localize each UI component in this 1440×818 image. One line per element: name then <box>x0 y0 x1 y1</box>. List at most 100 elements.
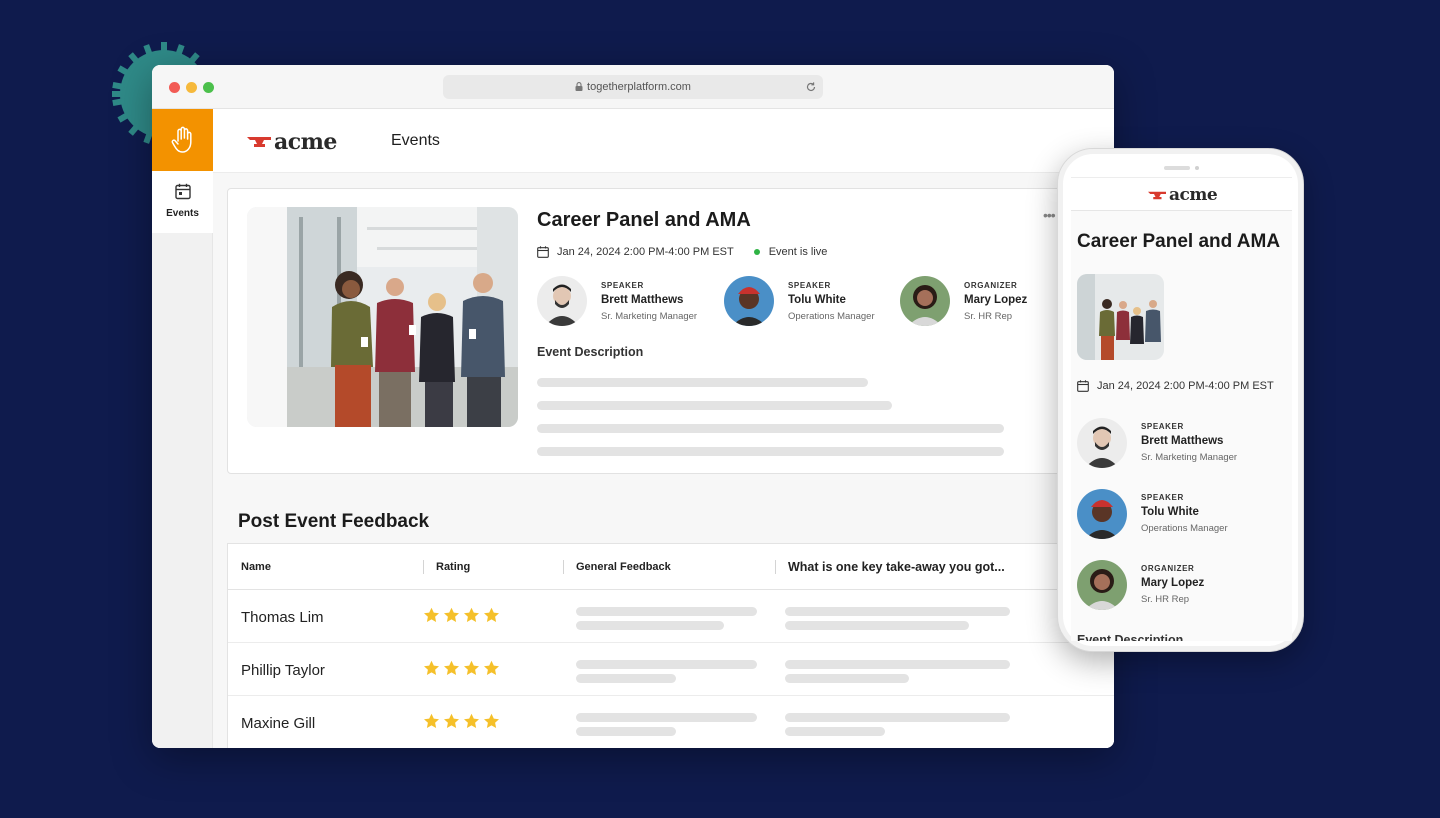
takeaway-placeholder <box>785 674 909 683</box>
feedback-placeholder <box>576 607 757 616</box>
takeaway-placeholder <box>785 713 1010 722</box>
close-window-button[interactable] <box>169 82 180 93</box>
minimize-window-button[interactable] <box>186 82 197 93</box>
person-title: Operations Manager <box>788 311 875 322</box>
column-header[interactable]: Name <box>241 561 271 573</box>
column-divider <box>775 560 776 574</box>
description-placeholder <box>537 401 892 410</box>
person-role: ORGANIZER <box>964 281 1018 290</box>
star-icon <box>484 713 499 728</box>
acme-logo[interactable]: acme <box>1148 185 1218 205</box>
more-dots-icon[interactable]: ••• <box>1043 207 1056 223</box>
person-role: SPEAKER <box>1141 493 1184 502</box>
person-name: Mary Lopez <box>1141 577 1205 589</box>
calendar-icon <box>537 246 549 258</box>
person-card[interactable]: SPEAKER Brett Matthews Sr. Marketing Man… <box>1077 418 1277 470</box>
feedback-placeholder <box>576 727 676 736</box>
description-placeholder <box>537 378 868 387</box>
event-card: Career Panel and AMA ••• Jan 24, 2024 2:… <box>227 188 1067 474</box>
event-title: Career Panel and AMA <box>537 209 751 231</box>
reload-icon[interactable] <box>805 81 817 93</box>
row-name: Thomas Lim <box>241 609 324 626</box>
live-indicator-icon <box>753 249 760 255</box>
star-icon <box>464 660 479 675</box>
brand-home-button[interactable] <box>152 109 213 171</box>
rating-stars <box>423 607 500 624</box>
avatar <box>724 276 774 326</box>
raised-hand-icon <box>171 126 192 153</box>
person-card[interactable]: SPEAKER Tolu White Operations Manager <box>1077 489 1277 541</box>
anvil-logo-icon <box>247 137 271 147</box>
acme-logo[interactable]: acme <box>247 129 337 155</box>
star-icon <box>424 713 439 728</box>
person-name: Brett Matthews <box>1141 435 1224 447</box>
sidebar-item-label: Events <box>166 208 199 219</box>
person-role: SPEAKER <box>601 281 644 290</box>
person-name: Tolu White <box>788 294 846 306</box>
star-icon <box>444 607 459 622</box>
person-card[interactable]: ORGANIZER Mary Lopez Sr. HR Rep <box>900 276 1080 328</box>
description-placeholder <box>537 424 1004 433</box>
takeaway-placeholder <box>785 607 1010 616</box>
rating-stars <box>423 713 500 730</box>
person-title: Sr. HR Rep <box>964 311 1013 322</box>
takeaway-placeholder <box>785 621 969 630</box>
feedback-placeholder <box>576 621 724 630</box>
browser-window: togetherplatform.com Events acme Events … <box>152 65 1114 748</box>
browser-toolbar: togetherplatform.com <box>152 65 1114 109</box>
star-icon <box>424 607 439 622</box>
column-header[interactable]: What is one key take-away you got... <box>788 560 1005 574</box>
event-date: Jan 24, 2024 2:00 PM-4:00 PM EST <box>1097 380 1274 392</box>
person-title: Sr. Marketing Manager <box>1141 452 1238 463</box>
person-name: Tolu White <box>1141 506 1199 518</box>
address-bar[interactable]: togetherplatform.com <box>443 75 823 99</box>
avatar <box>900 276 950 326</box>
feedback-placeholder <box>576 660 757 669</box>
phone-header: acme <box>1071 178 1292 211</box>
person-title: Operations Manager <box>1141 523 1228 534</box>
person-role: SPEAKER <box>1141 422 1184 431</box>
sidebar-item-events[interactable]: Events <box>152 171 213 233</box>
person-title: Sr. HR Rep <box>1141 594 1190 605</box>
logo-text: acme <box>274 129 337 155</box>
phone-screen: acme Career Panel and AMA Jan 24, 2024 2… <box>1071 177 1292 641</box>
logo-text: acme <box>1169 185 1218 205</box>
column-header[interactable]: General Feedback <box>576 561 671 573</box>
calendar-icon <box>1077 380 1089 392</box>
person-role: SPEAKER <box>788 281 831 290</box>
person-name: Mary Lopez <box>964 294 1028 306</box>
table-row[interactable]: Maxine Gill <box>228 696 1114 748</box>
star-icon <box>484 607 499 622</box>
description-placeholder <box>537 447 1004 456</box>
live-status: Event is live <box>768 246 828 258</box>
person-title: Sr. Marketing Manager <box>601 311 698 322</box>
url-text: togetherplatform.com <box>587 81 691 93</box>
event-photo <box>247 207 518 427</box>
phone-mockup: acme Career Panel and AMA Jan 24, 2024 2… <box>1057 148 1304 652</box>
person-card[interactable]: SPEAKER Brett Matthews Sr. Marketing Man… <box>537 276 717 328</box>
anvil-logo-icon <box>1148 191 1166 199</box>
person-name: Brett Matthews <box>601 294 684 306</box>
star-icon <box>444 660 459 675</box>
column-header[interactable]: Rating <box>436 561 470 573</box>
phone-speaker <box>1164 166 1190 170</box>
description-label: Event Description <box>1077 633 1184 641</box>
star-icon <box>424 660 439 675</box>
takeaway-placeholder <box>785 660 1010 669</box>
maximize-window-button[interactable] <box>203 82 214 93</box>
sidebar: Events <box>152 109 213 748</box>
avatar <box>1077 418 1127 468</box>
star-icon <box>464 607 479 622</box>
star-icon <box>464 713 479 728</box>
person-card[interactable]: ORGANIZER Mary Lopez Sr. HR Rep <box>1077 560 1277 612</box>
star-icon <box>484 660 499 675</box>
table-row[interactable]: Thomas Lim <box>228 590 1114 643</box>
event-date: Jan 24, 2024 2:00 PM-4:00 PM EST <box>557 246 734 258</box>
rating-stars <box>423 660 500 677</box>
feedback-title: Post Event Feedback <box>238 511 430 532</box>
feedback-table: Name Rating General Feedback What is one… <box>227 543 1114 748</box>
person-card[interactable]: SPEAKER Tolu White Operations Manager <box>724 276 904 328</box>
feedback-placeholder <box>576 713 757 722</box>
table-row[interactable]: Phillip Taylor <box>228 643 1114 696</box>
column-divider <box>563 560 564 574</box>
